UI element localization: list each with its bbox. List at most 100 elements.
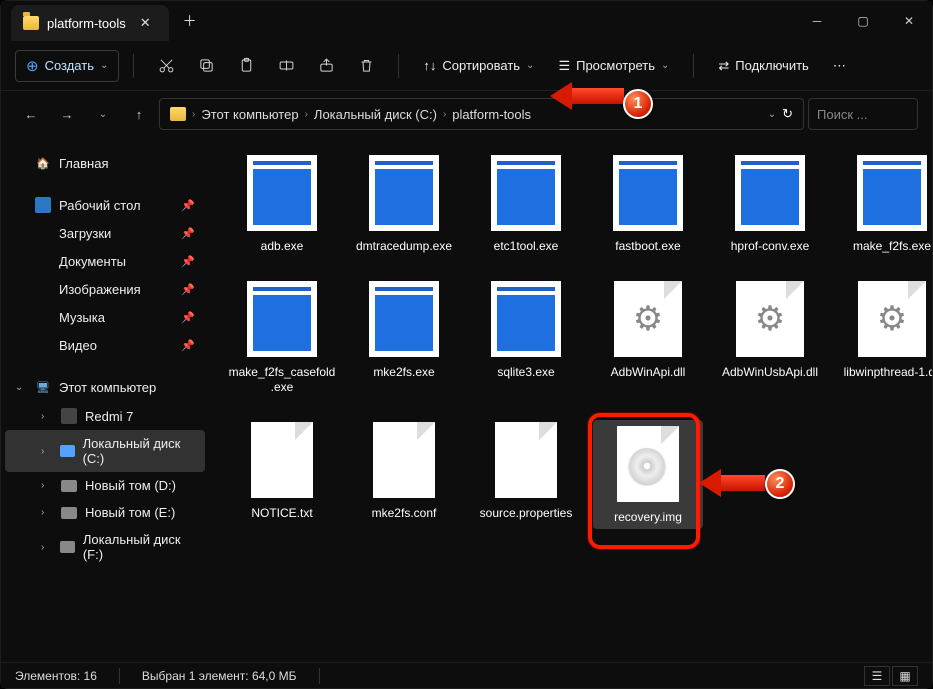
sidebar-quick-item[interactable]: Видео 📌	[5, 331, 205, 359]
file-item[interactable]: sqlite3.exe	[471, 279, 581, 396]
file-area[interactable]: adb.exe dmtracedump.exe etc1tool.exe fastbo…	[209, 137, 932, 662]
connect-button[interactable]: ⇄ Подключить	[708, 52, 818, 80]
file-item[interactable]: adb.exe	[227, 153, 337, 255]
sidebar-home[interactable]: 🏠 Главная	[5, 149, 205, 177]
file-icon	[373, 422, 435, 498]
window-tab[interactable]: platform-tools ✕	[11, 5, 169, 41]
forward-button[interactable]: →	[51, 98, 83, 130]
folder-icon	[35, 281, 51, 297]
drive-icon	[61, 480, 77, 492]
chevron-right-icon: ›	[41, 507, 53, 518]
exe-icon	[613, 155, 683, 231]
file-item[interactable]: mke2fs.exe	[349, 279, 459, 396]
view-icon: ☰	[558, 58, 570, 74]
more-button[interactable]: ⋯	[823, 52, 856, 80]
back-button[interactable]: ←	[15, 98, 47, 130]
plus-icon: ⊕	[26, 57, 39, 75]
exe-icon	[369, 155, 439, 231]
sidebar-drive-item[interactable]: › Новый том (D:)	[5, 472, 205, 499]
chevron-down-icon: ⌄	[526, 60, 534, 71]
file-name: NOTICE.txt	[251, 506, 312, 522]
status-selection: Выбран 1 элемент: 64,0 МБ	[142, 669, 297, 683]
sidebar-quick-item[interactable]: Музыка 📌	[5, 303, 205, 331]
view-icons-button[interactable]: ▦	[892, 666, 918, 686]
file-item[interactable]: dmtracedump.exe	[349, 153, 459, 255]
file-item[interactable]: make_f2fs_casefold.exe	[227, 279, 337, 396]
refresh-button[interactable]: ↻	[782, 106, 793, 122]
sidebar-label: Новый том (E:)	[85, 505, 175, 520]
view-button[interactable]: ☰ Просмотреть ⌄	[548, 52, 679, 80]
sidebar-quick-item[interactable]: Изображения 📌	[5, 275, 205, 303]
drive-icon	[61, 408, 77, 424]
minimize-button[interactable]: ─	[794, 1, 840, 41]
status-bar: Элементов: 16 Выбран 1 элемент: 64,0 МБ …	[1, 662, 932, 688]
up-button[interactable]: ↑	[123, 98, 155, 130]
file-item[interactable]: ⚙AdbWinUsbApi.dll	[715, 279, 825, 396]
sidebar-drive-item[interactable]: › Новый том (E:)	[5, 499, 205, 526]
explorer-window: platform-tools ✕ ＋ ─ ▢ ✕ ⊕ Создать ⌄ ↑↓ …	[0, 0, 933, 689]
file-name: dmtracedump.exe	[356, 239, 452, 255]
exe-icon	[247, 281, 317, 357]
file-name: recovery.img	[614, 510, 682, 526]
file-item[interactable]: source.properties	[471, 420, 581, 530]
close-window-button[interactable]: ✕	[886, 1, 932, 41]
file-item[interactable]: fastboot.exe	[593, 153, 703, 255]
file-item[interactable]: make_f2fs.exe	[837, 153, 932, 255]
sort-button[interactable]: ↑↓ Сортировать ⌄	[413, 52, 544, 79]
file-item[interactable]: hprof-conv.exe	[715, 153, 825, 255]
sidebar-quick-item[interactable]: Рабочий стол 📌	[5, 191, 205, 219]
file-name: etc1tool.exe	[494, 239, 559, 255]
file-item[interactable]: etc1tool.exe	[471, 153, 581, 255]
chevron-right-icon: ›	[41, 446, 52, 457]
exe-icon	[491, 281, 561, 357]
exe-icon	[735, 155, 805, 231]
folder-icon	[23, 16, 39, 30]
folder-icon	[35, 225, 51, 241]
recent-button[interactable]: ⌄	[87, 98, 119, 130]
sidebar-label: Документы	[59, 254, 126, 269]
sidebar-quick-item[interactable]: Документы 📌	[5, 247, 205, 275]
exe-icon	[247, 155, 317, 231]
file-name: source.properties	[480, 506, 573, 522]
tab-title: platform-tools	[47, 16, 126, 31]
breadcrumb[interactable]: Этот компьютер	[201, 107, 298, 122]
divider	[133, 54, 134, 78]
file-item[interactable]: NOTICE.txt	[227, 420, 337, 530]
sidebar-label: Локальный диск (F:)	[83, 532, 195, 562]
sidebar-label: Загрузки	[59, 226, 111, 241]
dll-icon: ⚙	[614, 281, 682, 357]
breadcrumb[interactable]: Локальный диск (C:)	[314, 107, 437, 122]
file-item[interactable]: mke2fs.conf	[349, 420, 459, 530]
file-name: make_f2fs_casefold.exe	[227, 365, 337, 396]
pin-icon: 📌	[181, 199, 195, 212]
status-count: Элементов: 16	[15, 669, 97, 683]
rename-button[interactable]	[268, 49, 304, 83]
view-details-button[interactable]: ☰	[864, 666, 890, 686]
sidebar-drive-item[interactable]: › Локальный диск (C:)	[5, 430, 205, 472]
chevron-down-icon[interactable]: ⌄	[768, 109, 776, 120]
sidebar-drive-item[interactable]: › Redmi 7	[5, 402, 205, 430]
breadcrumb[interactable]: platform-tools	[452, 107, 531, 122]
address-row: ← → ⌄ ↑ › Этот компьютер › Локальный дис…	[1, 91, 932, 137]
sidebar-drive-item[interactable]: › Локальный диск (F:)	[5, 526, 205, 568]
file-item[interactable]: ⚙libwinpthread-1.dll	[837, 279, 932, 396]
file-item[interactable]: recovery.img	[593, 420, 703, 530]
tab-close-button[interactable]: ✕	[134, 13, 157, 33]
connect-icon: ⇄	[718, 58, 729, 74]
delete-button[interactable]	[348, 49, 384, 83]
file-item[interactable]: ⚙AdbWinApi.dll	[593, 279, 703, 396]
exe-icon	[491, 155, 561, 231]
paste-button[interactable]	[228, 49, 264, 83]
address-bar[interactable]: › Этот компьютер › Локальный диск (C:) ›…	[159, 98, 804, 130]
sidebar-quick-item[interactable]: Загрузки 📌	[5, 219, 205, 247]
share-button[interactable]	[308, 49, 344, 83]
maximize-button[interactable]: ▢	[840, 1, 886, 41]
pin-icon: 📌	[181, 227, 195, 240]
new-tab-button[interactable]: ＋	[169, 3, 211, 39]
sidebar-this-pc[interactable]: ⌄ 🖥 Этот компьютер	[5, 373, 205, 401]
copy-button[interactable]	[188, 49, 224, 83]
create-button[interactable]: ⊕ Создать ⌄	[15, 50, 119, 82]
cut-button[interactable]	[148, 49, 184, 83]
search-input[interactable]: Поиск ...	[808, 98, 918, 130]
chevron-right-icon: ›	[305, 109, 308, 120]
